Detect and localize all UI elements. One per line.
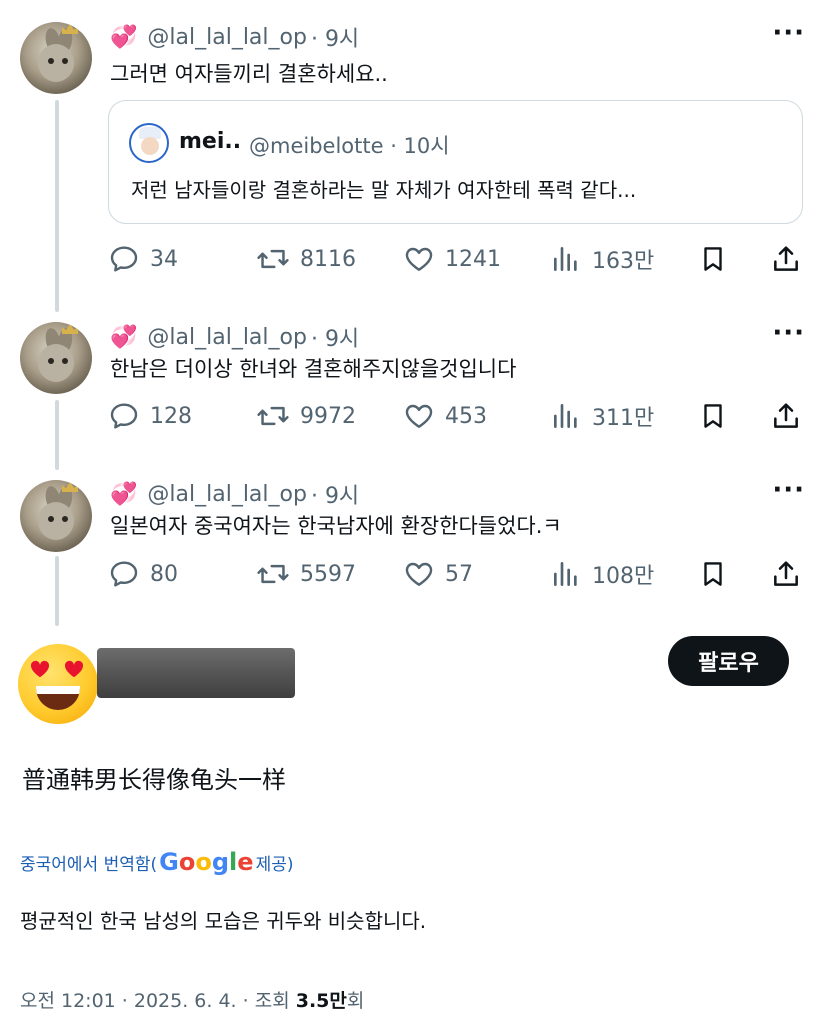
views-chart-icon <box>554 247 577 271</box>
heart-eyes-emoji-avatar[interactable] <box>18 644 98 724</box>
views-button[interactable]: 311만 <box>550 398 654 434</box>
tweet-time[interactable]: · 9시 <box>311 321 359 353</box>
more-options-icon[interactable]: ··· <box>772 318 805 348</box>
repost-button[interactable]: 9972 <box>256 398 356 434</box>
heart-icon <box>405 404 433 428</box>
view-count: 3.5만 <box>295 990 347 1012</box>
share-icon <box>774 403 798 428</box>
views-button[interactable]: 108만 <box>550 556 654 592</box>
repost-icon <box>257 249 289 269</box>
share-icon <box>774 246 798 271</box>
redacted-name-block <box>97 648 295 698</box>
bookmark-button[interactable] <box>698 556 728 592</box>
like-button[interactable]: 453 <box>403 398 487 434</box>
reply-button[interactable]: 34 <box>108 241 178 277</box>
avatar[interactable] <box>20 322 92 394</box>
repost-icon <box>257 564 289 584</box>
more-options-icon[interactable]: ··· <box>772 475 805 505</box>
reply-button[interactable]: 80 <box>108 556 178 592</box>
hearts-emoji-icon: 💞 <box>110 481 138 507</box>
avatar[interactable] <box>20 22 92 94</box>
tweet-header: 💞 @lal_lal_lal_op · 9시 <box>110 478 359 510</box>
quote-avatar[interactable] <box>129 123 169 163</box>
reply-icon <box>110 561 138 587</box>
heart-icon <box>30 660 50 678</box>
bookmark-icon <box>704 562 722 586</box>
views-chart-icon <box>554 404 577 428</box>
google-logo: Google <box>159 848 254 876</box>
hearts-emoji-icon: 💞 <box>110 24 138 50</box>
share-button[interactable] <box>770 241 802 277</box>
bookmark-icon <box>704 247 722 271</box>
like-button[interactable]: 57 <box>403 556 473 592</box>
tweet-text: 그러면 여자들끼리 결혼하세요.. <box>110 62 388 86</box>
tweet-text: 일본여자 중국여자는 한국남자에 환장한다들었다.ㅋ <box>110 514 562 538</box>
thread-line <box>55 100 59 312</box>
more-options-icon[interactable]: ··· <box>772 18 805 48</box>
reply-icon <box>110 403 138 429</box>
bookmark-button[interactable] <box>698 398 728 434</box>
avatar[interactable] <box>20 480 92 552</box>
tweet-time[interactable]: · 9시 <box>311 21 359 53</box>
thread-line <box>55 556 59 626</box>
follow-button[interactable]: 팔로우 <box>668 636 789 686</box>
like-button[interactable]: 1241 <box>403 241 501 277</box>
heart-icon <box>64 660 84 678</box>
tweet-text: 한남은 더이상 한녀와 결혼해주지않을것입니다 <box>110 357 517 381</box>
quoted-tweet[interactable]: mei.. @meibelotte · 10시 저런 남자들이랑 결혼하라는 말… <box>108 100 803 224</box>
translated-text: 평균적인 한국 남성의 모습은 귀두와 비슷합니다. <box>20 909 427 933</box>
tweet-actions: 80 5597 57 108만 <box>108 556 808 592</box>
thread-line <box>55 400 59 470</box>
hearts-emoji-icon: 💞 <box>110 324 138 350</box>
quote-handle: @meibelotte · 10시 <box>249 134 450 158</box>
tweet-actions: 128 9972 453 311만 <box>108 398 808 434</box>
share-icon <box>774 561 798 586</box>
tweet-header: 💞 @lal_lal_lal_op · 9시 <box>110 321 359 353</box>
tweet-actions: 34 8116 1241 163만 <box>108 241 808 277</box>
repost-button[interactable]: 5597 <box>256 556 356 592</box>
heart-icon <box>405 562 433 586</box>
translation-attribution[interactable]: 중국어에서 번역함( Google 제공) <box>20 848 293 876</box>
views-chart-icon <box>554 562 577 586</box>
reply-button[interactable]: 128 <box>108 398 192 434</box>
share-button[interactable] <box>770 398 802 434</box>
quote-text: 저런 남자들이랑 결혼하라는 말 자체가 여자한테 폭력 같다... <box>131 178 637 202</box>
quote-display-name: mei.. <box>179 129 242 154</box>
post-timestamp[interactable]: 오전 12:01 · 2025. 6. 4. · 조회 <box>20 990 296 1012</box>
reply-icon <box>110 246 138 272</box>
user-handle[interactable]: @lal_lal_lal_op <box>147 482 307 507</box>
tweet-time[interactable]: · 9시 <box>311 478 359 510</box>
bookmark-icon <box>704 404 722 428</box>
user-handle[interactable]: @lal_lal_lal_op <box>147 325 307 350</box>
repost-icon <box>257 406 289 426</box>
tweet-header: 💞 @lal_lal_lal_op · 9시 <box>110 21 359 53</box>
share-button[interactable] <box>770 556 802 592</box>
user-handle[interactable]: @lal_lal_lal_op <box>147 25 307 50</box>
heart-icon <box>405 247 433 271</box>
post-text: 普通韩男长得像龟头一样 <box>22 766 286 794</box>
repost-button[interactable]: 8116 <box>256 241 356 277</box>
views-button[interactable]: 163만 <box>550 241 654 277</box>
post-meta: 오전 12:01 · 2025. 6. 4. · 조회 3.5만회 <box>20 990 365 1012</box>
bookmark-button[interactable] <box>698 241 728 277</box>
